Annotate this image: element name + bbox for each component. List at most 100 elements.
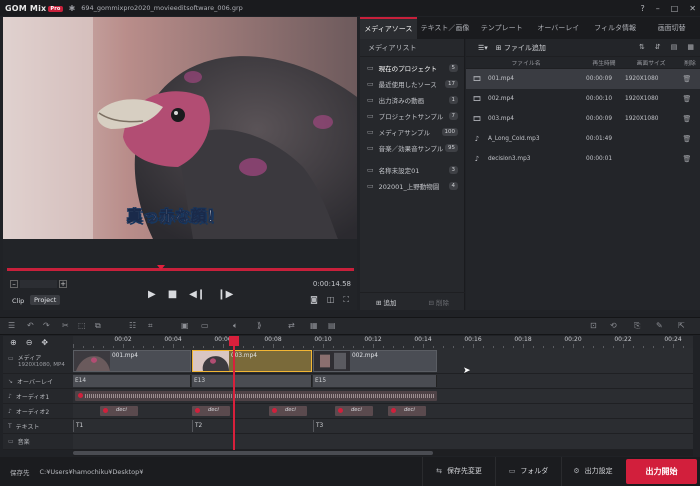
track-header-text[interactable]: T テキスト — [3, 419, 73, 434]
folder-recent-sources[interactable]: ▭ 最近使用したソース 17 — [360, 76, 464, 92]
audio-clip[interactable]: deci — [388, 406, 426, 416]
track-header-media[interactable]: ▭ メディア 1920X1080, MP4 — [3, 348, 73, 374]
sort-icon[interactable]: ⇅ — [639, 43, 645, 51]
tab-filter-info[interactable]: フィルタ情報 — [587, 17, 644, 39]
file-row[interactable]: 🎞︎ 002.mp4 00:00:10 1920X1080 🗑︎ — [466, 89, 700, 109]
folder-media-samples[interactable]: ▭ メディアサンプル 100 — [360, 124, 464, 140]
trash-icon[interactable]: 🗑︎ — [677, 75, 697, 83]
tab-overlay[interactable]: オーバーレイ — [530, 17, 587, 39]
overlay-clip[interactable]: E15 — [313, 375, 437, 387]
adjust-icon[interactable]: ☷ — [129, 321, 136, 330]
folder-user-ueno-zoo[interactable]: ▭ 202001_上野動物園 4 — [360, 178, 464, 194]
speed-icon[interactable]: ⟫ — [257, 321, 261, 330]
maximize-button[interactable]: □ — [671, 4, 679, 13]
list-view-icon[interactable]: ▤ — [671, 43, 678, 51]
image-insert-icon[interactable]: ▦ — [310, 321, 318, 330]
filter-icon[interactable]: ⇵ — [655, 43, 661, 51]
text-clip[interactable]: T3 — [313, 420, 437, 432]
split-icon[interactable]: ⧉ — [95, 321, 101, 331]
timeline-clip-003[interactable]: 003.mp4 — [192, 350, 312, 372]
timeline-clip-001[interactable]: 001.mp4 — [73, 350, 191, 372]
track-header-music[interactable]: ▭ 音楽 — [3, 434, 73, 450]
redo-icon[interactable]: ↷ — [43, 321, 50, 330]
trash-icon[interactable]: 🗑︎ — [677, 95, 697, 103]
tab-transition[interactable]: 画面切替 — [643, 17, 700, 39]
grid-view-icon[interactable]: ▦ — [687, 43, 694, 51]
menu-icon[interactable]: ☰▾ — [478, 44, 488, 52]
audio-clip[interactable]: deci — [269, 406, 307, 416]
export-button[interactable]: 出力開始 — [626, 459, 697, 484]
zoom-in-button[interactable]: + — [59, 280, 67, 288]
overlay-clip[interactable]: E14 — [73, 375, 191, 387]
seek-bar[interactable] — [7, 268, 354, 271]
copy-icon[interactable]: ⎘ — [634, 321, 640, 331]
volume-icon[interactable]: 🔈︎ — [233, 321, 238, 331]
minimize-button[interactable]: – — [656, 4, 660, 13]
menu-icon[interactable]: ☰ — [8, 321, 15, 330]
crop-icon[interactable]: ⌗ — [148, 321, 153, 331]
folder-user-untitled[interactable]: ▭ 名称未設定01 3 — [360, 162, 464, 178]
zoom-in-icon[interactable]: ⊕ — [10, 338, 17, 347]
add-file-button[interactable]: ⊞ ファイル追加 — [496, 43, 546, 53]
seek-handle[interactable] — [157, 265, 165, 270]
tab-project[interactable]: Project — [30, 295, 61, 305]
pip-icon[interactable]: ▣ — [181, 321, 189, 330]
import-icon[interactable]: ⟲ — [610, 321, 617, 330]
audio-clip[interactable]: deci — [335, 406, 373, 416]
folder-music-samples[interactable]: ▭ 音楽／効果音サンプル 95 — [360, 140, 464, 156]
previous-frame-icon[interactable]: ◀❙ — [189, 289, 205, 300]
tab-template[interactable]: テンプレート — [473, 17, 530, 39]
text-clip[interactable]: T2 — [192, 420, 312, 432]
fullscreen-icon[interactable]: ⛶ — [343, 295, 349, 305]
overlay-clip[interactable]: E13 — [192, 375, 312, 387]
folder-exported-videos[interactable]: ▭ 出力済みの動画 1 — [360, 92, 464, 108]
file-row[interactable]: 🎞︎ 003.mp4 00:00:09 1920X1080 🗑︎ — [466, 109, 700, 129]
folder-current-project[interactable]: ▭ 現在のプロジェクト 5 — [360, 60, 464, 76]
trash-icon[interactable]: 🗑︎ — [677, 135, 697, 143]
zoom-out-button[interactable]: – — [10, 280, 18, 288]
folder-project-samples[interactable]: ▭ プロジェクトサンプル 7 — [360, 108, 464, 124]
column-duration[interactable]: 再生時間 — [586, 58, 622, 67]
close-button[interactable]: ✕ — [689, 4, 696, 13]
add-folder-button[interactable]: ⊞ 追加 — [376, 297, 397, 307]
trash-icon[interactable]: 🗑︎ — [677, 115, 697, 123]
help-button[interactable]: ? — [640, 4, 644, 13]
timeline-clip-002[interactable]: 002.mp4 — [313, 350, 437, 372]
open-folder-button[interactable]: ▭ フォルダ — [495, 457, 561, 486]
gear-icon[interactable]: ✱ — [69, 4, 76, 13]
tab-clip[interactable]: Clip — [12, 297, 24, 305]
column-size[interactable]: 画面サイズ — [622, 58, 680, 67]
audio-clip-long[interactable] — [75, 391, 437, 401]
export-icon[interactable]: ⇱ — [678, 321, 685, 330]
track-header-audio2[interactable]: ♪ オーディオ2 — [3, 404, 73, 419]
track-header-audio1[interactable]: ♪ オーディオ1 — [3, 389, 73, 404]
change-destination-button[interactable]: ⇆ 保存先変更 — [422, 457, 495, 486]
subtitle-icon[interactable]: ▭ — [201, 321, 209, 330]
timeline-scrollbar[interactable] — [73, 450, 693, 456]
timeline-ruler[interactable]: 00:02 00:04 00:06 00:08 00:10 00:12 00:14 00:16… — [73, 336, 693, 348]
column-file-name[interactable]: ファイル名 — [466, 58, 586, 67]
tab-text-image[interactable]: テキスト／画像 — [417, 17, 474, 39]
crop-clip-icon[interactable]: ⬚ — [78, 321, 86, 330]
text-clip[interactable]: T1 — [73, 420, 191, 432]
play-icon[interactable]: ▶ — [148, 289, 156, 300]
file-row[interactable]: ♪ A_Long_Cold.mp3 00:01:49 🗑︎ — [466, 129, 700, 149]
file-row[interactable]: ♪ decision3.mp3 00:00:01 🗑︎ — [466, 149, 700, 169]
text-insert-icon[interactable]: ▤ — [328, 321, 336, 330]
timeline-scrollbar-thumb[interactable] — [73, 451, 433, 455]
undo-icon[interactable]: ↶ — [27, 321, 34, 330]
trash-icon[interactable]: 🗑︎ — [677, 155, 697, 163]
cut-icon[interactable]: ✂ — [62, 321, 69, 330]
zoom-slider[interactable] — [20, 280, 57, 288]
track-header-overlay[interactable]: ↘ オーバーレイ — [3, 374, 73, 389]
next-frame-icon[interactable]: ❙▶ — [217, 289, 233, 300]
audio-clip[interactable]: deci — [100, 406, 138, 416]
tab-media-source[interactable]: メディアソース — [360, 17, 417, 39]
playhead[interactable] — [233, 336, 235, 450]
video-preview[interactable]: 真っ赤な顔！ — [3, 17, 357, 239]
stop-icon[interactable]: ■ — [168, 289, 177, 300]
transition-icon[interactable]: ⇄ — [288, 321, 295, 330]
edit-icon[interactable]: ✎ — [656, 321, 663, 330]
output-settings-button[interactable]: ⚙ 出力設定 — [561, 457, 624, 486]
file-row[interactable]: 🎞︎ 001.mp4 00:00:09 1920X1080 🗑︎ — [466, 69, 700, 89]
